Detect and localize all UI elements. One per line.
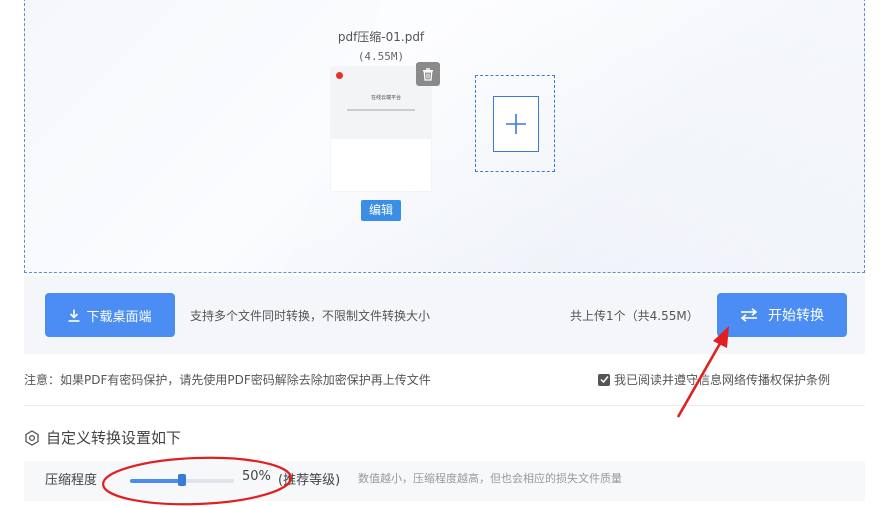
swap-arrows-icon xyxy=(740,308,758,322)
recommended-level-label: (推荐等级) xyxy=(278,473,341,488)
compress-hint: 数值越小，压缩程度越高，但也会相应的损失文件质量 xyxy=(358,472,622,485)
compress-value: 50% xyxy=(242,469,271,484)
file-thumbnail[interactable]: 在线云端平台 xyxy=(331,67,431,191)
upload-count: 共上传1个（共4.55M） xyxy=(570,309,699,323)
pdf-badge-icon xyxy=(336,72,343,79)
agree-terms[interactable]: 我已阅读并遵守信息网络传播权保护条例 xyxy=(598,371,830,388)
compress-level-label: 压缩程度 xyxy=(45,473,98,488)
gear-icon xyxy=(25,429,39,446)
edit-button[interactable]: 编辑 xyxy=(361,200,401,221)
agree-label: 我已阅读并遵守信息网络传播权保护条例 xyxy=(614,373,831,387)
check-icon xyxy=(599,376,609,384)
compress-slider-fill xyxy=(130,479,182,483)
support-text: 支持多个文件同时转换，不限制文件转换大小 xyxy=(190,309,431,323)
file-name: pdf压缩-01.pdf xyxy=(337,30,425,44)
add-file-button[interactable] xyxy=(475,75,555,172)
plus-icon xyxy=(506,114,526,134)
download-icon xyxy=(68,309,80,322)
trash-icon xyxy=(423,68,433,81)
thumbnail-title: 在线云端平台 xyxy=(371,95,402,101)
download-desktop-button[interactable]: 下载桌面端 xyxy=(45,293,175,337)
settings-title-text: 自定义转换设置如下 xyxy=(46,429,182,447)
compress-slider-handle[interactable] xyxy=(178,474,186,486)
delete-file-button[interactable] xyxy=(416,62,440,86)
divider xyxy=(24,405,865,406)
start-convert-label: 开始转换 xyxy=(768,308,824,324)
settings-section-title: 自定义转换设置如下 xyxy=(24,427,181,448)
password-notice: 注意：如果PDF有密码保护，请先使用PDF密码解除去除加密保护再上传文件 xyxy=(24,373,431,387)
thumbnail-line xyxy=(347,109,415,111)
agree-checkbox[interactable] xyxy=(598,373,610,386)
start-convert-button[interactable]: 开始转换 xyxy=(717,293,847,337)
compress-slider[interactable] xyxy=(130,474,234,486)
download-desktop-label: 下载桌面端 xyxy=(86,309,152,325)
thumbnail-blank xyxy=(331,139,431,191)
add-file-inner[interactable] xyxy=(493,96,539,152)
